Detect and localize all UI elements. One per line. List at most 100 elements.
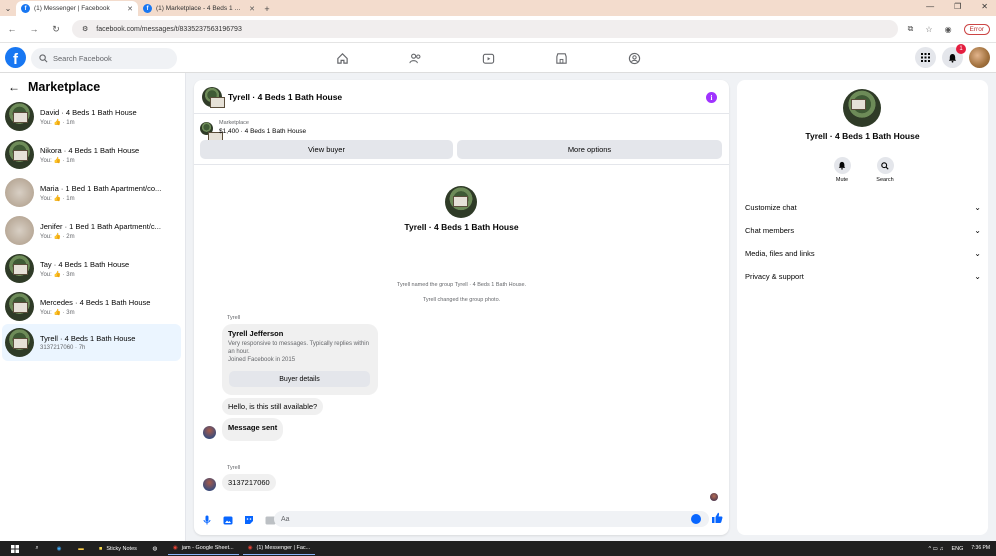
conversation-item[interactable]: Jenifer · 1 Bed 1 Bath Apartment/c... Yo… — [2, 212, 181, 249]
customize-chat-row[interactable]: Customize chat ⌄ — [745, 197, 981, 217]
menu-grid-icon[interactable] — [915, 47, 936, 68]
listing-description[interactable]: $1,400 · 4 Beds 1 Bath House — [219, 128, 306, 135]
bookmark-star-icon[interactable]: ☆ — [925, 25, 932, 34]
conversation-name: Mercedes · 4 Beds 1 Bath House — [40, 297, 151, 307]
app-icon[interactable]: ◍ — [146, 542, 164, 555]
emoji-icon[interactable] — [691, 514, 701, 524]
chevron-down-icon: ⌄ — [974, 225, 981, 235]
search-icon[interactable]: ⌕ — [28, 542, 46, 555]
listing-thumbnail — [5, 254, 34, 283]
back-arrow-icon[interactable]: ← — [8, 80, 20, 94]
tab-search-icon[interactable]: ⌄ — [0, 0, 16, 16]
windows-start-icon[interactable] — [6, 542, 24, 555]
friends-icon[interactable] — [403, 52, 427, 65]
chevron-down-icon: ⌄ — [974, 271, 981, 281]
url-text: facebook.com/messages/t/8335237563196793 — [96, 25, 242, 33]
media-files-links-row[interactable]: Media, files and links ⌄ — [745, 243, 981, 263]
buyer-profile-card: Tyrell Jefferson Very responsive to mess… — [222, 324, 378, 395]
browser-tab-marketplace[interactable]: f (1) Marketplace - 4 Beds 1 Bath ✕ — [138, 1, 260, 16]
browser-tab-messenger[interactable]: f (1) Messenger | Facebook ✕ — [16, 1, 138, 16]
restore-icon[interactable]: ❐ — [954, 2, 961, 11]
conversation-preview: You: 👍 · 2m — [40, 233, 75, 240]
close-icon[interactable]: ✕ — [127, 5, 133, 13]
search-in-chat-button[interactable]: Search — [875, 157, 895, 183]
profile-icon[interactable]: ◉ — [945, 25, 952, 34]
listing-thumbnail — [5, 178, 34, 207]
close-icon[interactable]: ✕ — [249, 5, 255, 13]
info-icon[interactable]: i — [706, 92, 717, 103]
conversation-preview: You: 👍 · 1m — [40, 157, 75, 164]
minimize-icon[interactable]: — — [926, 2, 934, 11]
chat-title[interactable]: Tyrell · 4 Beds 1 Bath House — [228, 92, 342, 102]
thumbs-up-icon: 👍 — [53, 157, 61, 164]
sender-avatar — [203, 426, 216, 439]
thumbs-up-icon: 👍 — [53, 195, 61, 202]
system-tray-icons[interactable]: ^ ▭ ♫ — [928, 546, 943, 552]
buyer-details-button[interactable]: Buyer details — [229, 371, 370, 387]
microphone-icon[interactable] — [201, 515, 213, 525]
back-arrow-icon[interactable]: ← — [6, 24, 18, 34]
search-input[interactable]: Search Facebook — [31, 48, 177, 69]
install-app-icon[interactable]: ⧉ — [908, 24, 914, 34]
file-explorer-icon[interactable]: ▬ — [72, 542, 90, 555]
search-placeholder: Search Facebook — [53, 54, 112, 63]
sticker-icon[interactable] — [243, 515, 255, 525]
groups-icon[interactable] — [622, 52, 646, 65]
thumbs-up-icon: 👍 — [53, 233, 61, 240]
conversation-item-active[interactable]: Tyrell · 4 Beds 1 Bath House 3137217060 … — [2, 324, 181, 361]
clock[interactable]: 7:36 PM — [971, 545, 990, 552]
notifications-bell-icon[interactable]: 1 — [942, 44, 966, 68]
account-avatar[interactable] — [969, 47, 990, 68]
conversation-preview: You: 👍 · 1m — [40, 119, 75, 126]
privacy-support-row[interactable]: Privacy & support ⌄ — [745, 266, 981, 286]
buyer-name[interactable]: Tyrell Jefferson — [228, 329, 372, 338]
view-buyer-button[interactable]: View buyer — [200, 140, 453, 159]
error-button[interactable]: Error — [963, 23, 990, 35]
conversation-item[interactable]: Mercedes · 4 Beds 1 Bath House You: 👍 · … — [2, 288, 181, 325]
thumbs-up-icon: 👍 — [53, 119, 61, 126]
language-indicator[interactable]: ENG — [951, 546, 963, 552]
buyer-responsiveness: Very responsive to messages. Typically r… — [228, 341, 369, 355]
chat-details-panel: Tyrell · 4 Beds 1 Bath House Mute Search… — [737, 80, 988, 535]
chat-avatar[interactable] — [202, 86, 225, 108]
browser-tab-bar: ⌄ f (1) Messenger | Facebook ✕ f (1) Mar… — [0, 0, 996, 16]
new-tab-button[interactable]: + — [260, 1, 274, 16]
home-icon[interactable] — [330, 52, 354, 65]
bell-icon — [838, 161, 846, 170]
conversation-item[interactable]: David · 4 Beds 1 Bath House You: 👍 · 1m — [2, 98, 181, 135]
conversation-name: Nikora · 4 Beds 1 Bath House — [40, 145, 140, 155]
close-window-icon[interactable]: ✕ — [981, 2, 988, 11]
windows-taskbar: ⌕ ◉ ▬ ■ Sticky Notes ◍ ◉ jam - Google Shee… — [0, 541, 996, 556]
conversation-item[interactable]: Maria · 1 Bed 1 Bath Apartment/co... You… — [2, 174, 181, 211]
more-options-button[interactable]: More options — [457, 140, 722, 159]
taskbar-app-messenger[interactable]: ◉ (1) Messenger | Fac... — [242, 542, 316, 555]
site-info-icon[interactable]: ⚙ — [82, 25, 88, 33]
thread-avatar — [445, 186, 477, 218]
listing-thumbnail — [5, 216, 34, 245]
edge-browser-icon[interactable]: ◉ — [50, 542, 68, 555]
message-input[interactable]: Aa — [274, 511, 709, 527]
message-bubble: 3137217060 — [222, 474, 276, 491]
taskbar-app-sheets[interactable]: ◉ jam - Google Sheet... — [167, 542, 239, 555]
system-message: Tyrell changed the group photo. — [422, 297, 501, 303]
conversation-item[interactable]: Tay · 4 Beds 1 Bath House You: 👍 · 3m — [2, 250, 181, 287]
photo-icon[interactable] — [222, 516, 234, 525]
conversation-item[interactable]: Nikora · 4 Beds 1 Bath House You: 👍 · 1m — [2, 136, 181, 173]
reload-icon[interactable]: ↻ — [50, 24, 62, 35]
buyer-joined: Joined Facebook in 2015 — [228, 356, 296, 363]
taskbar-app-sticky-notes[interactable]: ■ Sticky Notes — [94, 542, 142, 555]
conversation-preview: You: 👍 · 3m — [40, 271, 75, 278]
tab-label: (1) Marketplace - 4 Beds 1 Bath — [156, 5, 246, 12]
marketplace-icon[interactable] — [549, 52, 573, 65]
video-icon[interactable] — [476, 52, 500, 65]
url-field[interactable]: ⚙ facebook.com/messages/t/83352375631967… — [72, 20, 898, 38]
facebook-logo[interactable]: f — [5, 47, 26, 68]
thumbs-up-icon: 👍 — [53, 309, 61, 316]
mute-button[interactable]: Mute — [832, 157, 852, 183]
conversation-name: Jenifer · 1 Bed 1 Bath Apartment/c... — [40, 221, 161, 231]
chat-members-row[interactable]: Chat members ⌄ — [745, 220, 981, 240]
forward-arrow-icon[interactable]: → — [28, 24, 40, 34]
chevron-down-icon: ⌄ — [974, 248, 981, 258]
listing-thumbnail — [5, 140, 34, 169]
thumbs-up-send-icon[interactable] — [711, 512, 723, 526]
